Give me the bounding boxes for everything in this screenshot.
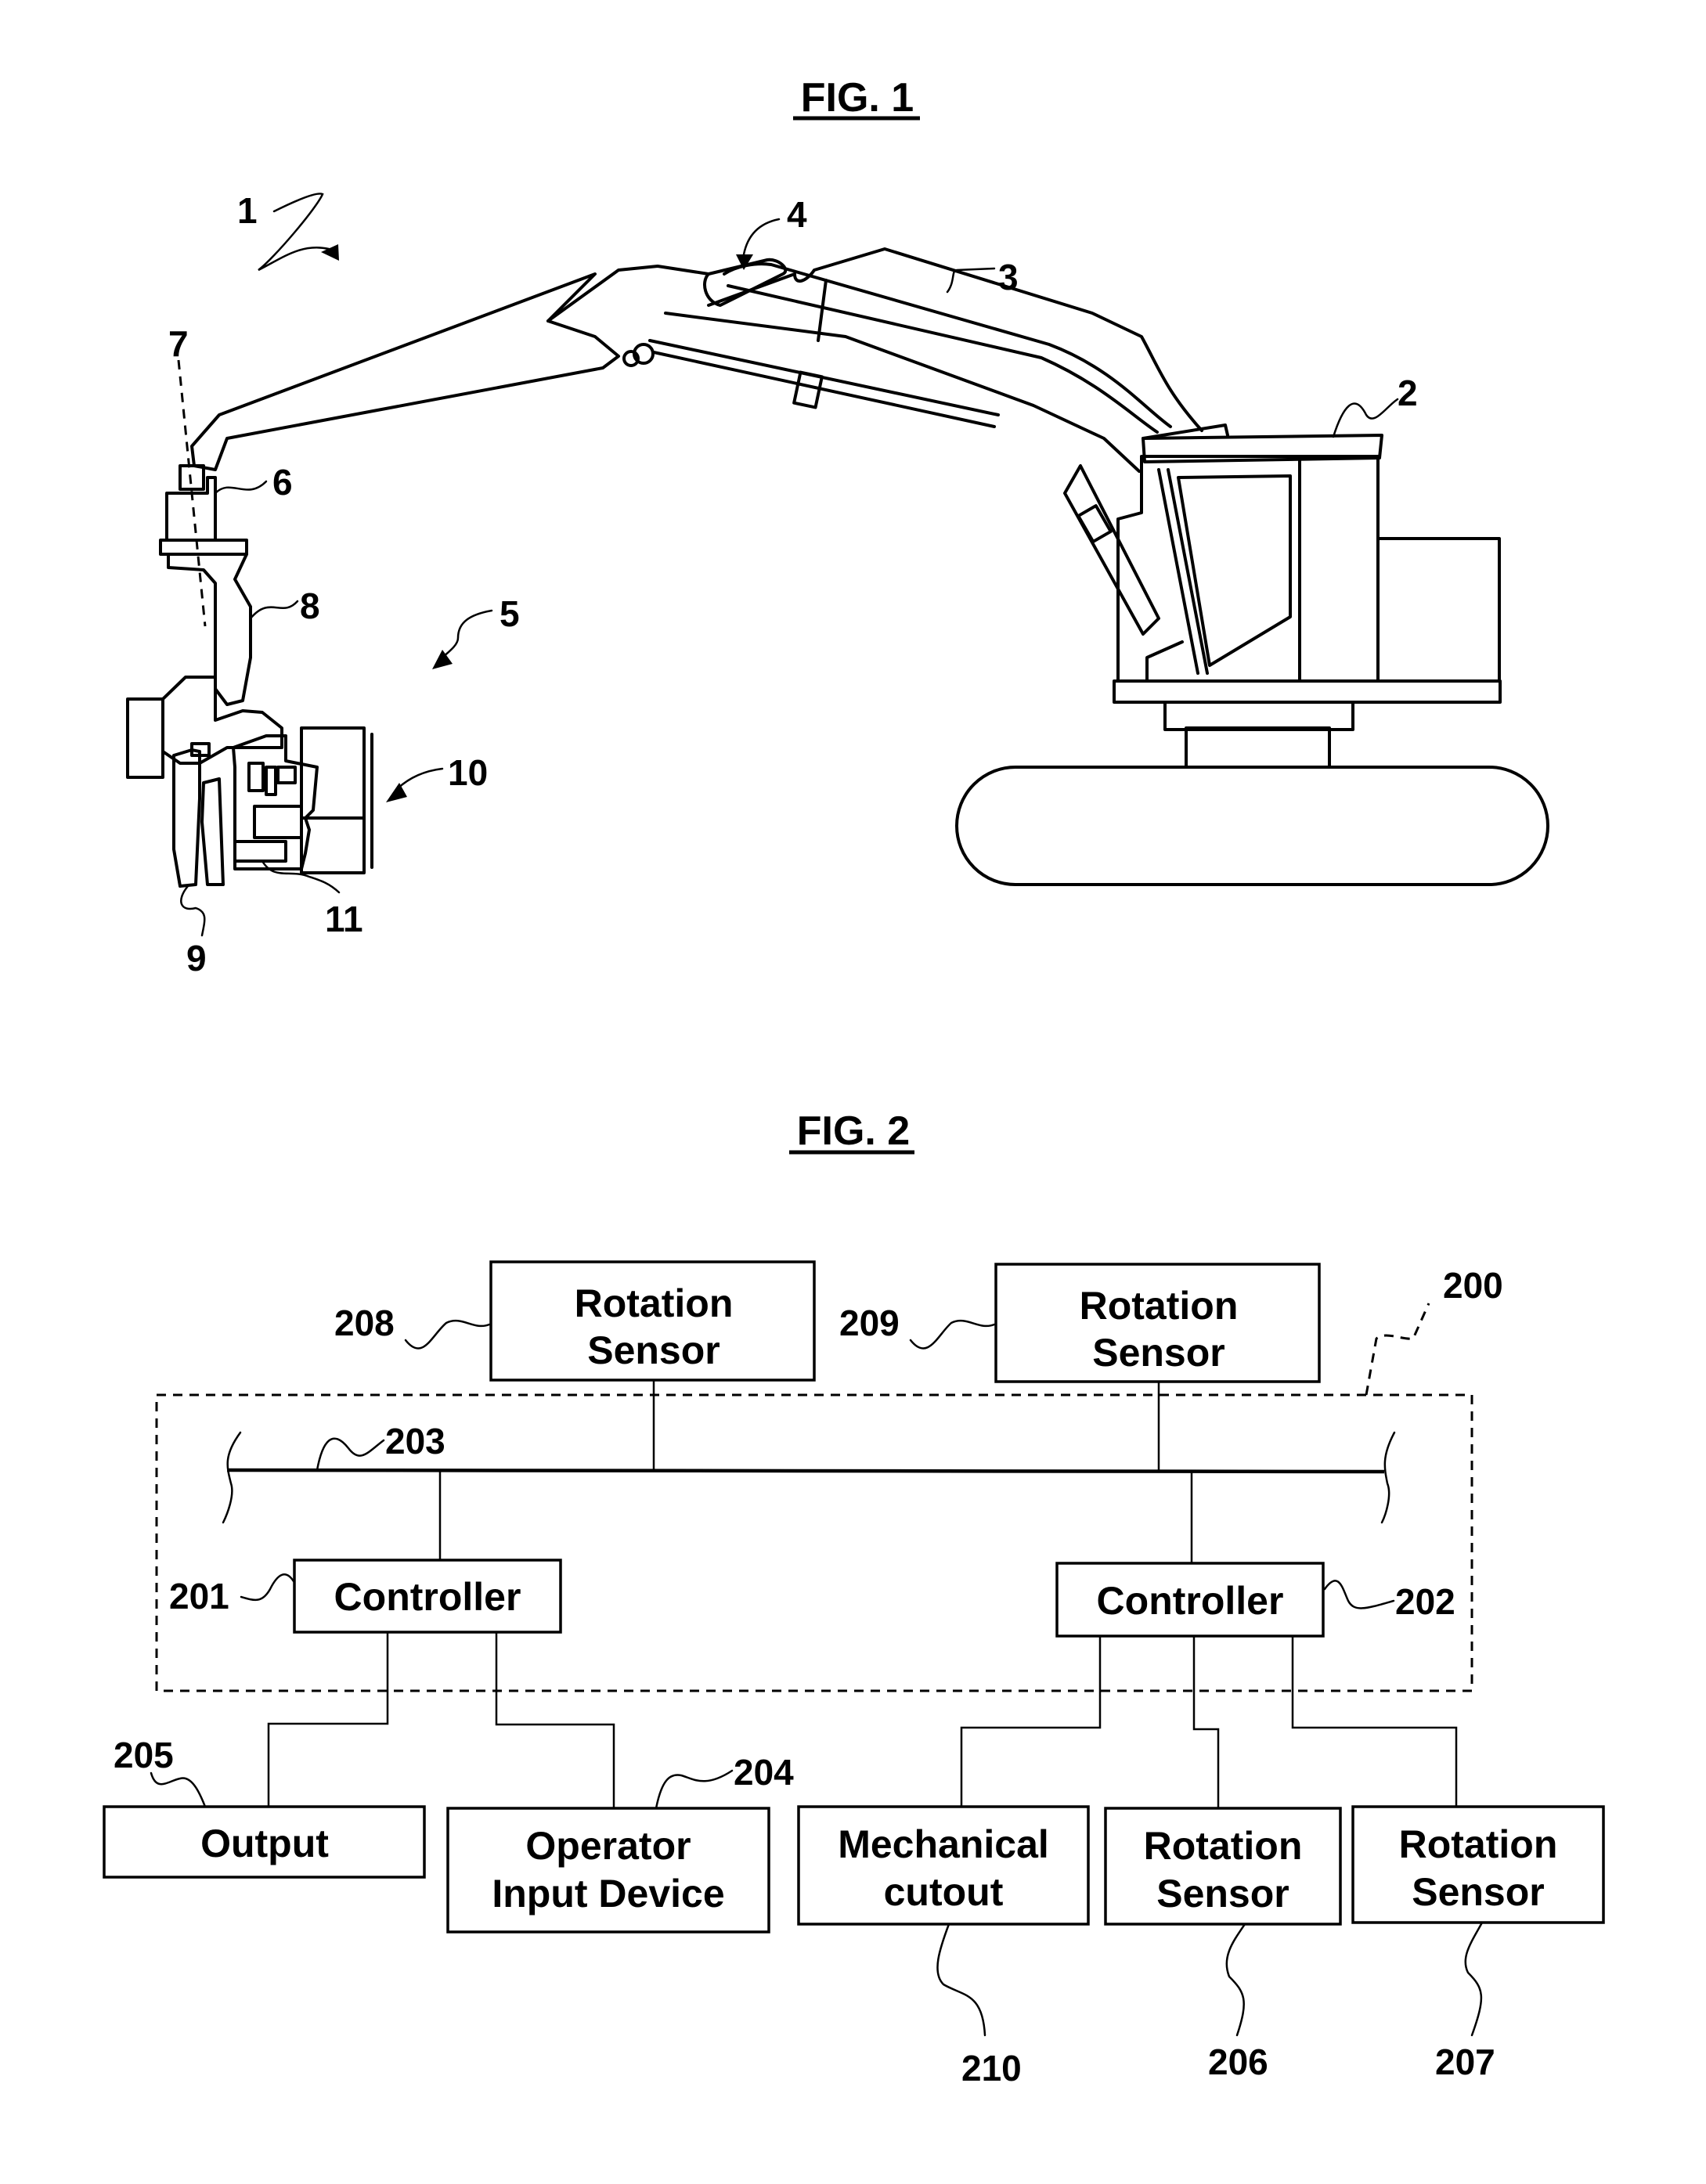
boom-cylinder [1063,464,1160,636]
ref-label-210: 210 [961,2048,1022,2088]
fig2-title: FIG. 2 [797,1108,910,1154]
block-text: Operator [525,1824,691,1868]
bus-leader [316,1437,385,1472]
arrowhead-icon [386,783,407,802]
ref-1-leader [258,193,330,272]
boom [622,247,1203,636]
bus-break-right [1380,1431,1396,1524]
rotator-flange [159,539,248,556]
block-text: Controller [1097,1579,1284,1623]
arm-left [172,748,201,888]
turntable-pedestal [1185,726,1331,769]
counterweight-block [126,697,164,779]
saw-housing [233,840,287,863]
turntable-ring [1163,701,1354,731]
block-text: Output [200,1822,329,1865]
ref-label-207: 207 [1435,2042,1495,2082]
patent-drawing-sheet: FIG. 1 1 7 6 8 9 11 10 5 4 3 2 FIG. 2 20… [103,75,1605,2088]
output-205[interactable]: Output [103,1805,426,1879]
block-text: Sensor [587,1328,720,1372]
leader-204 [655,1769,734,1810]
leader-202 [1323,1580,1395,1609]
controller-201[interactable]: Controller [293,1559,562,1634]
rotator: 6 [159,462,293,556]
system-boundary-200 [155,1393,1473,1692]
saw-assembly [232,734,319,870]
communication-bus [226,1468,1385,1474]
leader-210 [936,1923,986,2037]
ref-label-208: 208 [334,1303,395,1343]
ref-label-209: 209 [839,1303,900,1343]
ref-1-callout: 1 [237,190,339,272]
block-text: Rotation [1144,1824,1303,1868]
ref-label-10: 10 [448,752,488,793]
ref-label-8: 8 [300,586,320,626]
rotation-sensor-206[interactable]: Rotation Sensor [1104,1807,1342,1926]
bus-break-left [222,1431,242,1524]
cab [1116,423,1383,683]
arrowhead-icon [321,244,339,261]
engine-housing [1376,537,1501,683]
block-text: Sensor [1092,1331,1225,1375]
ref-label-202: 202 [1395,1581,1455,1622]
block-text: Sensor [1412,1870,1545,1914]
boom-hose [723,262,1172,428]
ref-label-7: 7 [168,323,189,364]
block-text: Mechanical [838,1822,1049,1866]
block-text: Rotation [1399,1822,1558,1866]
block-text: Sensor [1156,1872,1289,1916]
block-text: Rotation [575,1281,734,1325]
ref-label-200: 200 [1443,1265,1503,1306]
ref-label-201: 201 [169,1576,229,1616]
rotation-sensor-207[interactable]: Rotation Sensor [1351,1805,1605,1924]
block-text: Controller [334,1575,521,1619]
ref-label-11: 11 [325,899,363,939]
upper-deck [1113,679,1502,704]
arm-right [200,777,225,886]
arrowhead-icon [432,650,453,669]
stick [190,265,710,471]
figure-2: FIG. 2 200 203 Rotation Sensor 208 Rotat… [103,1108,1605,2088]
figure-1: FIG. 1 1 7 6 8 9 11 10 5 4 3 2 [126,75,1549,978]
leader-205 [150,1771,207,1808]
ref-label-204: 204 [734,1752,794,1793]
stick-cylinder [648,339,1000,416]
ref-label-6: 6 [272,462,293,503]
block-text: Rotation [1080,1284,1239,1328]
leader-201 [240,1573,295,1602]
wrist-link: 8 [167,553,320,706]
ref-label-1: 1 [237,190,258,231]
leader-207 [1464,1921,1484,2037]
ref-label-5: 5 [500,593,520,634]
leader-208 [404,1319,491,1350]
ref-label-9: 9 [186,938,207,978]
fig1-title: FIG. 1 [801,75,914,121]
ref-label-2: 2 [1398,373,1418,413]
rotation-sensor-209[interactable]: Rotation Sensor [994,1263,1321,1383]
leader-206 [1225,1923,1246,2037]
ref-label-4: 4 [787,194,807,235]
ref-2-callout: 2 [1332,373,1418,438]
ref-label-3: 3 [998,257,1019,297]
ref-label-205: 205 [114,1735,174,1775]
ref-3-callout: 3 [946,257,1019,297]
felling-head: 9 11 10 5 [126,593,520,978]
ref-label-206: 206 [1208,2042,1268,2082]
system-boundary-leader [1365,1303,1430,1396]
controller-202[interactable]: Controller [1055,1562,1325,1638]
operator-input-device-204[interactable]: Operator Input Device [446,1807,770,1934]
mechanical-cutout-210[interactable]: Mechanical cutout [797,1805,1090,1926]
block-text: cutout [884,1870,1004,1914]
crawler-track [955,766,1549,886]
ref-label-203: 203 [385,1421,445,1461]
rotation-sensor-208[interactable]: Rotation Sensor [489,1260,816,1382]
block-text: Input Device [492,1872,724,1916]
cab-window [1177,474,1292,667]
saw-housing-block [300,726,366,874]
leader-209 [909,1319,996,1350]
